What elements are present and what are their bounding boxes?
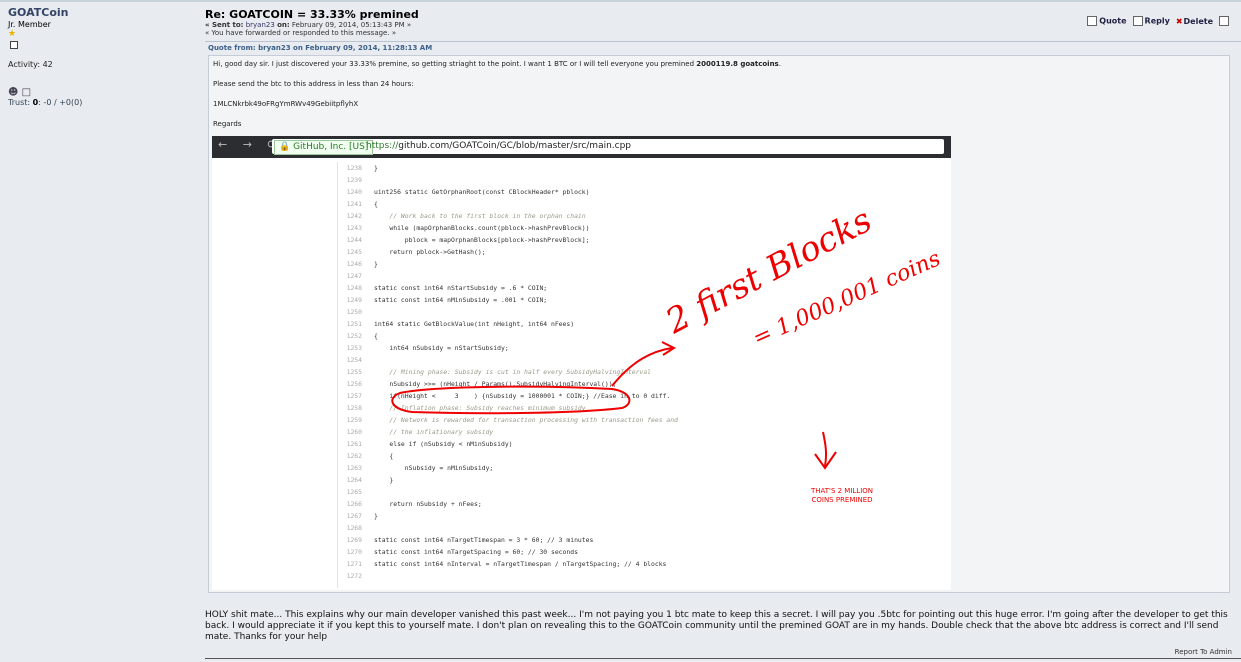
poster-name[interactable]: GOATCoin xyxy=(8,6,198,19)
poster-checkbox[interactable] xyxy=(8,39,198,52)
red-note: THAT'S 2 MILLION COINS PREMINED xyxy=(797,487,887,505)
message-body: HOLY shit mate... This explains why our … xyxy=(205,610,1228,642)
red-note-line-1: THAT'S 2 MILLION xyxy=(810,487,874,495)
sent-to-line: « Sent to: bryan23 on: February 09, 2014… xyxy=(205,21,1235,29)
quote-icon xyxy=(1087,16,1098,26)
sent-on-date: February 09, 2014, 05:13:43 PM » xyxy=(291,21,412,29)
quote-line-1-end: . xyxy=(778,60,781,68)
quote-line-1: Hi, good day sir. I just discovered your… xyxy=(213,60,781,69)
quote-line-1-text: Hi, good day sir. I just discovered your… xyxy=(213,60,697,68)
select-checkbox[interactable] xyxy=(1219,16,1229,26)
post-title[interactable]: Re: GOATCOIN = 33.33% premined xyxy=(205,8,1235,21)
reply-icon xyxy=(1132,16,1143,26)
poster-icons: ☻ □ xyxy=(8,88,198,98)
rank-star-icon: ★ xyxy=(8,29,17,39)
sent-to-label: « Sent to: xyxy=(205,21,244,29)
poster-rank: Jr. Member xyxy=(8,20,51,29)
btc-address: 1MLCNkrbk49oFRgYmRWv49GebiitpflyhX xyxy=(213,100,359,108)
reply-label: Reply xyxy=(1144,16,1170,26)
quote-button[interactable]: Quote xyxy=(1087,16,1127,26)
forum-post: GOATCoin Jr. Member ★ Activity: 42 ☻ □ T… xyxy=(0,0,1241,662)
profile-icon[interactable]: ☻ xyxy=(8,87,18,98)
trust-score: Trust: 0: -0 / +0(0) xyxy=(8,98,198,108)
quote-label: Quote xyxy=(1099,16,1127,26)
message-icon[interactable]: □ xyxy=(22,87,31,98)
footer-divider xyxy=(205,658,1241,659)
handwritten-annotation: 2 first Blocks = 1,000,001 coins xyxy=(391,200,944,470)
quote-header[interactable]: Quote from: bryan23 on February 09, 2014… xyxy=(208,44,432,52)
sent-to-user[interactable]: bryan23 xyxy=(246,21,275,29)
post-actions: Quote Reply ✖Delete xyxy=(1087,16,1231,26)
delete-button[interactable]: ✖Delete xyxy=(1176,17,1213,26)
post-header: Re: GOATCOIN = 33.33% premined « Sent to… xyxy=(205,8,1235,37)
quote-block: Hi, good day sir. I just discovered your… xyxy=(208,55,1230,593)
trust-detail: : -0 / +0(0) xyxy=(38,98,83,107)
delete-label: Delete xyxy=(1183,16,1213,26)
quote-line-regards: Regards xyxy=(213,120,242,128)
red-note-line-2: COINS PREMINED xyxy=(811,496,873,504)
embedded-screenshot: ← → ⟳ 🔒 GitHub, Inc. [US] https://github… xyxy=(212,136,951,590)
quote-line-1-bold: 2000119.8 goatcoins xyxy=(696,60,779,68)
report-to-admin-link[interactable]: Report To Admin xyxy=(1175,648,1232,656)
header-divider xyxy=(205,41,1241,42)
poster-info: GOATCoin Jr. Member ★ Activity: 42 ☻ □ T… xyxy=(8,6,198,108)
activity-count: Activity: 42 xyxy=(8,60,53,69)
quote-line-2: Please send the btc to this address in l… xyxy=(213,80,414,88)
reply-button[interactable]: Reply xyxy=(1132,16,1170,26)
forwarded-note: « You have forwarded or responded to thi… xyxy=(205,29,397,37)
delete-icon: ✖ xyxy=(1175,16,1183,26)
trust-label: Trust: xyxy=(8,98,31,107)
sent-on-label: on: xyxy=(277,21,290,29)
top-divider xyxy=(0,0,1241,2)
